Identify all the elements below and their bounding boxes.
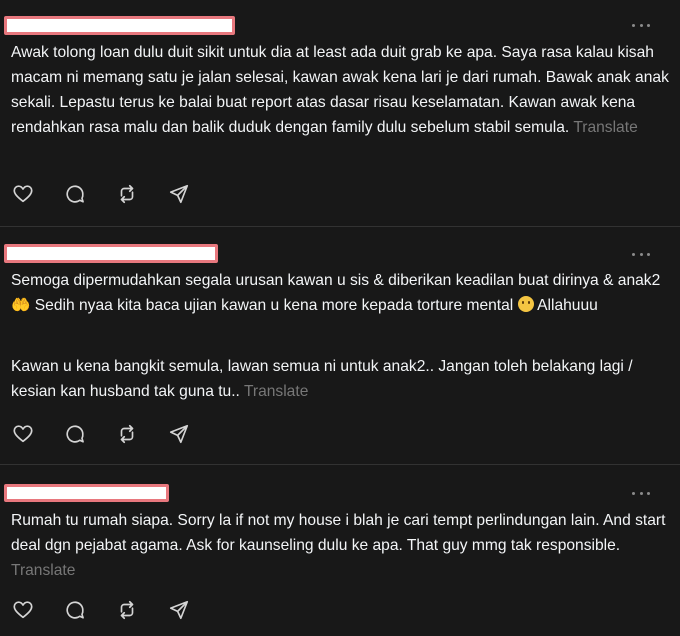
share-icon[interactable] — [168, 423, 192, 447]
post-text: Awak tolong loan dulu duit sikit untuk d… — [11, 40, 671, 140]
post-body: Allahuuu — [537, 297, 598, 314]
repost-icon[interactable] — [116, 183, 140, 207]
repost-icon[interactable] — [116, 599, 140, 623]
post-text-paragraph-2: Kawan u kena bangkit semula, lawan semua… — [11, 354, 671, 404]
post-2: Semoga dipermudahkan segala urusan kawan… — [0, 227, 680, 464]
post-1: Awak tolong loan dulu duit sikit untuk d… — [0, 0, 680, 226]
like-icon[interactable] — [12, 599, 36, 623]
share-icon[interactable] — [168, 183, 192, 207]
translate-link[interactable]: Translate — [11, 562, 75, 579]
post-text: Rumah tu rumah siapa. Sorry la if not my… — [11, 508, 671, 583]
redacted-username — [4, 484, 169, 502]
post-3: Rumah tu rumah siapa. Sorry la if not my… — [0, 465, 680, 636]
share-icon[interactable] — [168, 599, 192, 623]
post-text-paragraph-1: Semoga dipermudahkan segala urusan kawan… — [11, 268, 671, 318]
more-icon[interactable] — [632, 490, 650, 496]
post-body: Sedih nyaa kita baca ujian kawan u kena … — [34, 297, 514, 314]
translate-link[interactable]: Translate — [573, 119, 637, 136]
more-icon[interactable] — [632, 251, 650, 257]
like-icon[interactable] — [12, 423, 36, 447]
reply-icon[interactable] — [64, 599, 88, 623]
praying-hands-emoji: 🤲 — [11, 296, 31, 314]
post-body: Semoga dipermudahkan segala urusan kawan… — [11, 272, 661, 289]
sad-face-emoji — [517, 296, 534, 312]
redacted-username — [4, 16, 235, 35]
feed: Awak tolong loan dulu duit sikit untuk d… — [0, 0, 680, 636]
more-icon[interactable] — [632, 22, 650, 28]
reply-icon[interactable] — [64, 183, 88, 207]
repost-icon[interactable] — [116, 423, 140, 447]
like-icon[interactable] — [12, 183, 36, 207]
post-body: Awak tolong loan dulu duit sikit untuk d… — [11, 44, 669, 136]
post-body: Kawan u kena bangkit semula, lawan semua… — [11, 358, 633, 400]
translate-link[interactable]: Translate — [244, 383, 308, 400]
reply-icon[interactable] — [64, 423, 88, 447]
post-body: Rumah tu rumah siapa. Sorry la if not my… — [11, 512, 666, 554]
redacted-username — [4, 244, 218, 263]
